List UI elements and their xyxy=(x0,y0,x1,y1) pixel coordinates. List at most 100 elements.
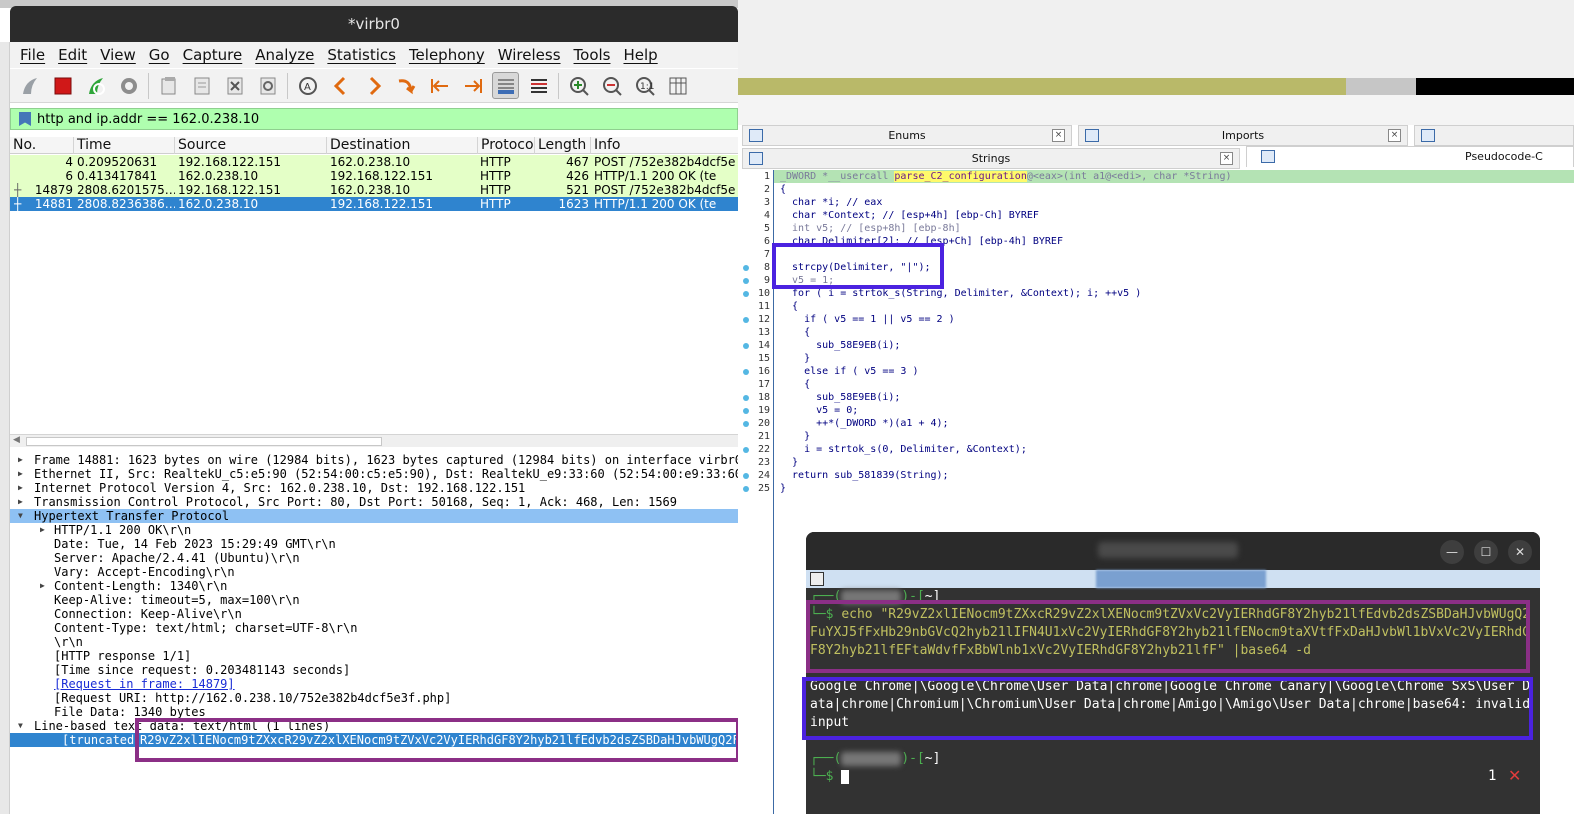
expand-arrow-icon[interactable]: ▶ xyxy=(40,579,45,593)
tab-imports[interactable]: Imports × xyxy=(1078,125,1408,146)
menu-wireless[interactable]: Wireless xyxy=(498,46,561,64)
close-file-icon[interactable] xyxy=(221,72,248,99)
menu-telephony[interactable]: Telephony xyxy=(409,46,485,64)
code-line[interactable]: 12 if ( v5 == 1 || v5 == 2 ) xyxy=(740,313,1574,326)
breakpoint-dot-icon[interactable] xyxy=(743,343,749,349)
menu-help[interactable]: Help xyxy=(623,46,657,64)
code-line[interactable]: 17 { xyxy=(740,378,1574,391)
zoom-in-icon[interactable] xyxy=(565,72,592,99)
first-packet-icon[interactable] xyxy=(426,72,453,99)
tree-item-keep-alive[interactable]: Keep-Alive: timeout=5, max=100\r\n xyxy=(10,593,738,607)
column-info[interactable]: Info xyxy=(591,137,738,154)
terminal-app-icon[interactable] xyxy=(810,572,824,586)
tree-item-tcp[interactable]: ▶ Transmission Control Protocol, Src Port… xyxy=(10,495,738,509)
tree-item-ethernet[interactable]: ▶ Ethernet II, Src: RealtekU_c5:e5:90 (52… xyxy=(10,467,738,481)
column-length[interactable]: Length xyxy=(535,137,591,154)
maximize-icon[interactable]: ☐ xyxy=(1474,540,1498,564)
resize-columns-icon[interactable] xyxy=(664,72,691,99)
request-in-frame-link[interactable]: [Request in frame: 14879] xyxy=(54,677,235,691)
tree-item-date[interactable]: Date: Tue, 14 Feb 2023 15:29:49 GMT\r\n xyxy=(10,537,738,551)
shark-fin-icon[interactable] xyxy=(16,72,43,99)
tree-item-status-line[interactable]: ▶ HTTP/1.1 200 OK\r\n xyxy=(10,523,738,537)
code-line[interactable]: 1 _DWORD *__usercall parse_C2_configurati… xyxy=(740,170,1574,183)
code-line[interactable]: 13 { xyxy=(740,326,1574,339)
breakpoint-dot-icon[interactable] xyxy=(743,291,749,297)
stop-capture-icon[interactable] xyxy=(49,72,76,99)
colorize-icon[interactable] xyxy=(525,72,552,99)
breakpoint-dot-icon[interactable] xyxy=(743,447,749,453)
tree-item-request-frame-link[interactable]: [Request in frame: 14879] xyxy=(10,677,738,691)
code-line[interactable]: 14 sub_58E9EB(i); xyxy=(740,339,1574,352)
column-protocol[interactable]: Protoco xyxy=(478,137,535,154)
column-source[interactable]: Source xyxy=(175,137,327,154)
tree-item-http[interactable]: ▼ Hypertext Transfer Protocol xyxy=(10,509,738,523)
code-line[interactable]: 22 i = strtok_s(0, Delimiter, &Context); xyxy=(740,443,1574,456)
terminal-window[interactable]: — ☐ ✕ ┌──()-[~] └─$ echo "R29vZ2xlIENocm… xyxy=(806,532,1540,814)
tree-item-vary[interactable]: Vary: Accept-Encoding\r\n xyxy=(10,565,738,579)
column-destination[interactable]: Destination xyxy=(327,137,478,154)
code-line[interactable]: 5 int v5; // [esp+8h] [ebp-8h] xyxy=(740,222,1574,235)
tree-item-content-type[interactable]: Content-Type: text/html; charset=UTF-8\r… xyxy=(10,621,738,635)
auto-scroll-icon[interactable] xyxy=(492,72,519,99)
tree-item-time-since-request[interactable]: [Time since request: 0.203481143 seconds… xyxy=(10,663,738,677)
go-back-icon[interactable] xyxy=(327,72,354,99)
breakpoint-dot-icon[interactable] xyxy=(743,473,749,479)
tree-item-ipv4[interactable]: ▶ Internet Protocol Version 4, Src: 162.0… xyxy=(10,481,738,495)
breakpoint-dot-icon[interactable] xyxy=(743,265,749,271)
zoom-out-icon[interactable] xyxy=(598,72,625,99)
menu-tools[interactable]: Tools xyxy=(574,46,611,64)
expand-arrow-icon[interactable]: ▶ xyxy=(18,495,23,509)
column-time[interactable]: Time xyxy=(74,137,175,154)
close-icon[interactable]: × xyxy=(1388,129,1401,142)
code-line[interactable]: 25} xyxy=(740,482,1574,495)
menu-go[interactable]: Go xyxy=(149,46,170,64)
open-file-icon[interactable] xyxy=(155,72,182,99)
code-line[interactable]: 16 else if ( v5 == 3 ) xyxy=(740,365,1574,378)
tab-enums[interactable]: Enums × xyxy=(742,125,1072,146)
menu-edit[interactable]: Edit xyxy=(58,46,87,64)
breakpoint-dot-icon[interactable] xyxy=(743,317,749,323)
go-forward-icon[interactable] xyxy=(360,72,387,99)
tree-item-content-length[interactable]: ▶ Content-Length: 1340\r\n xyxy=(10,579,738,593)
scroll-left-icon[interactable]: ◀ xyxy=(13,435,20,445)
packet-list-hscrollbar[interactable]: ◀ xyxy=(10,434,738,447)
code-line[interactable]: 11 { xyxy=(740,300,1574,313)
ida-navigation-band[interactable] xyxy=(738,78,1574,95)
breakpoint-dot-icon[interactable] xyxy=(743,369,749,375)
expand-arrow-icon[interactable]: ▶ xyxy=(40,523,45,537)
expand-arrow-icon[interactable]: ▶ xyxy=(18,453,23,467)
code-line[interactable]: 4 char *Context; // [esp+4h] [ebp-Ch] BY… xyxy=(740,209,1574,222)
reload-file-icon[interactable] xyxy=(254,72,281,99)
collapse-arrow-icon[interactable]: ▼ xyxy=(18,719,23,733)
packet-row-selected[interactable]: ┼ 14881 2808.8236386… 162.0.238.10 192.1… xyxy=(10,197,738,211)
input-line[interactable]: └─$ xyxy=(810,768,1536,786)
tab-pseudocode[interactable]: Pseudocode-C xyxy=(1246,146,1574,167)
breakpoint-dot-icon[interactable] xyxy=(743,486,749,492)
terminal-tab-current[interactable] xyxy=(1096,570,1266,588)
restart-capture-icon[interactable] xyxy=(82,72,109,99)
tab-extra[interactable] xyxy=(1414,125,1574,146)
code-line[interactable]: 2{ xyxy=(740,183,1574,196)
code-line[interactable]: 23 } xyxy=(740,456,1574,469)
expand-arrow-icon[interactable]: ▶ xyxy=(18,481,23,495)
display-filter-input[interactable]: http and ip.addr == 162.0.238.10 xyxy=(10,108,738,130)
go-to-packet-icon[interactable] xyxy=(393,72,420,99)
last-packet-icon[interactable] xyxy=(459,72,486,99)
save-file-icon[interactable] xyxy=(188,72,215,99)
packet-row[interactable]: 4 0.209520631 192.168.122.151 162.0.238.… xyxy=(10,155,738,169)
collapse-arrow-icon[interactable]: ▼ xyxy=(18,509,23,523)
code-line[interactable]: 21 } xyxy=(740,430,1574,443)
menu-analyze[interactable]: Analyze xyxy=(255,46,314,64)
menu-view[interactable]: View xyxy=(100,46,136,64)
code-line[interactable]: 18 sub_58E9EB(i); xyxy=(740,391,1574,404)
column-no[interactable]: No. xyxy=(10,137,74,154)
breakpoint-dot-icon[interactable] xyxy=(743,408,749,414)
scrollbar-thumb[interactable] xyxy=(26,437,382,446)
tree-item-request-uri[interactable]: [Request URI: http://162.0.238.10/752e38… xyxy=(10,691,738,705)
close-icon[interactable]: × xyxy=(1052,129,1065,142)
tree-item-crlf[interactable]: \r\n xyxy=(10,635,738,649)
tree-item-server[interactable]: Server: Apache/2.4.41 (Ubuntu)\r\n xyxy=(10,551,738,565)
zoom-normal-icon[interactable]: 1:1 xyxy=(631,72,658,99)
minimize-icon[interactable]: — xyxy=(1440,540,1464,564)
menu-capture[interactable]: Capture xyxy=(183,46,243,64)
